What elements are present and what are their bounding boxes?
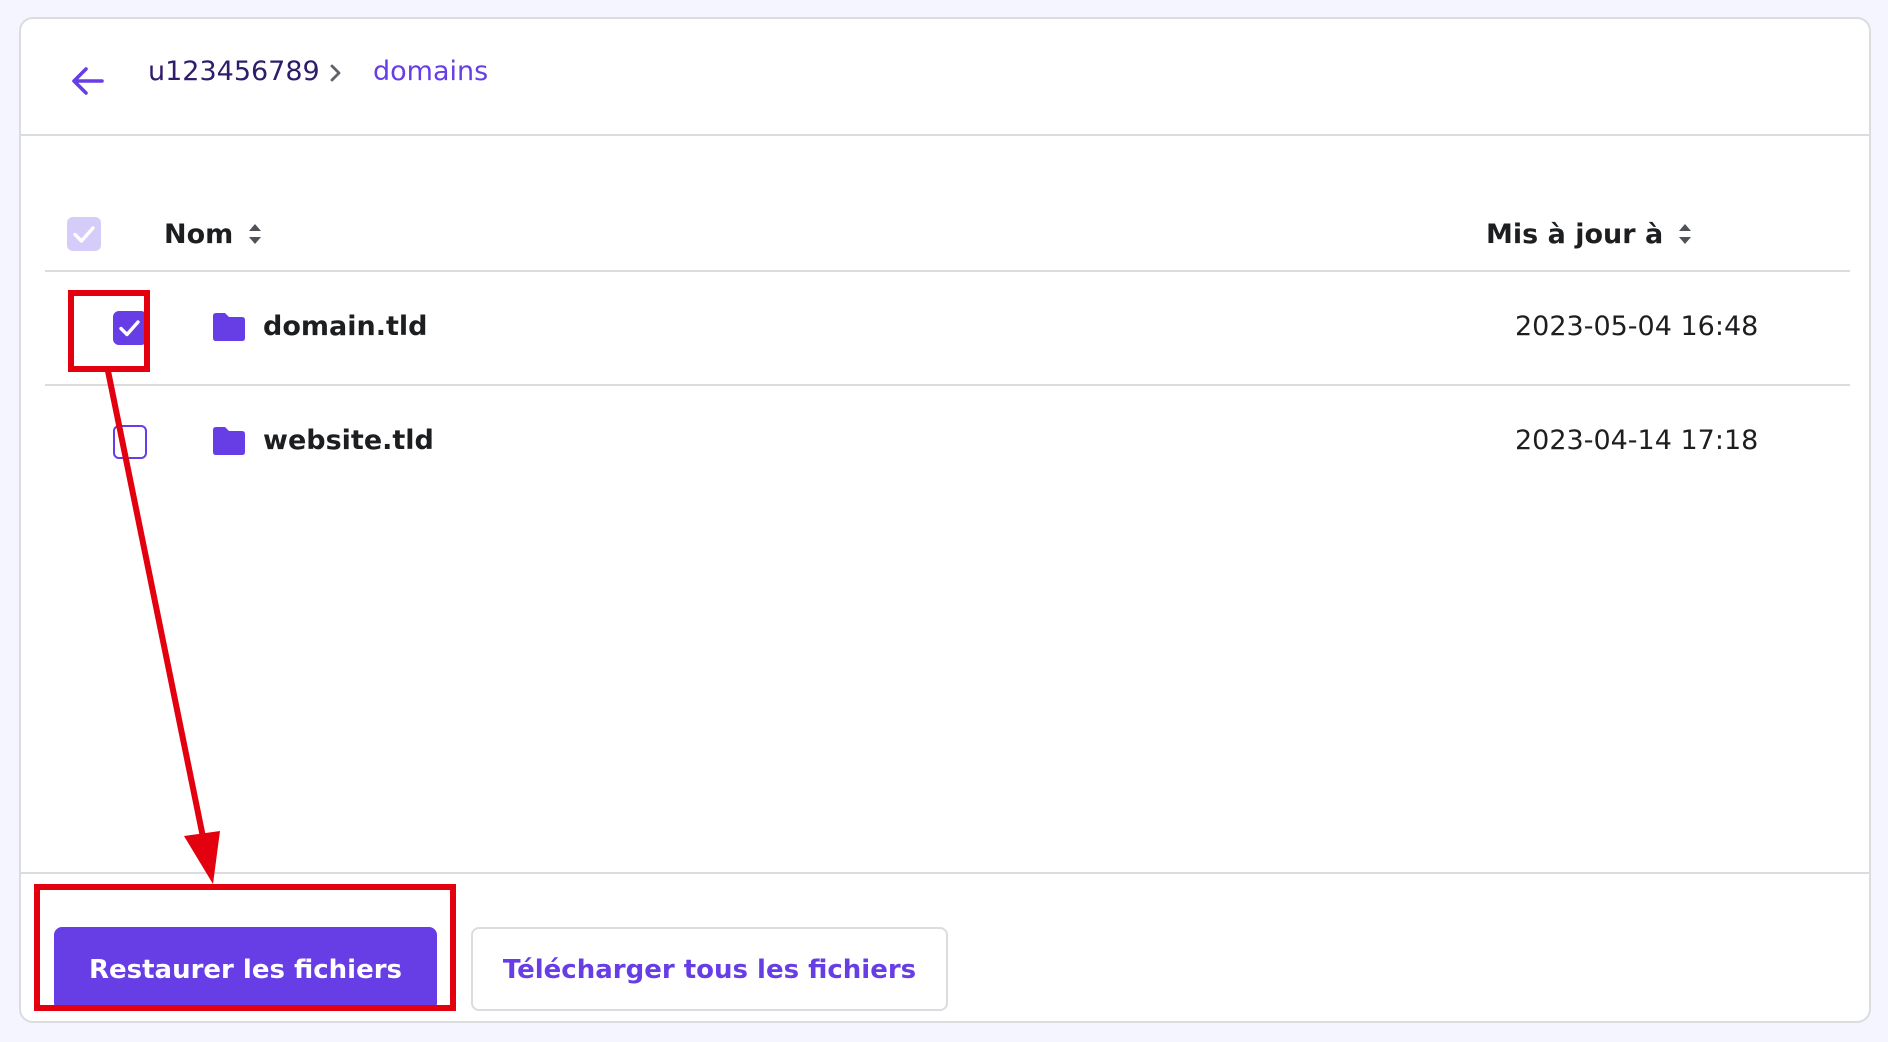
- arrow-left-icon: [72, 67, 104, 95]
- download-all-files-button[interactable]: Télécharger tous les fichiers: [471, 927, 948, 1011]
- sort-icon: [249, 223, 262, 244]
- file-name[interactable]: website.tld: [263, 423, 434, 459]
- row-checkbox-checked[interactable]: [113, 311, 147, 345]
- back-button[interactable]: [66, 59, 110, 103]
- restore-files-button[interactable]: Restaurer les fichiers: [54, 927, 437, 1011]
- file-browser-panel: u123456789 domains Nom Mis à jour à doma…: [19, 17, 1871, 1023]
- check-icon: [119, 320, 140, 337]
- chevron-right-icon: [330, 64, 341, 82]
- action-bar: Restaurer les fichiers Télécharger tous …: [21, 872, 1869, 1021]
- column-header-updated[interactable]: Mis à jour à: [1486, 217, 1693, 253]
- breadcrumb-root-link[interactable]: u123456789: [148, 54, 320, 90]
- column-header-updated-label: Mis à jour à: [1486, 219, 1664, 250]
- check-icon: [73, 226, 95, 243]
- breadcrumb-current: domains: [373, 56, 489, 87]
- sort-icon: [1679, 223, 1692, 244]
- table-row[interactable]: domain.tld 2023-05-04 16:48: [45, 272, 1850, 386]
- folder-icon: [213, 313, 245, 341]
- file-table: Nom Mis à jour à domain.tld 2023-05-04 1…: [45, 136, 1850, 500]
- table-header: Nom Mis à jour à: [45, 136, 1850, 272]
- file-updated-date: 2023-04-14 17:18: [1515, 425, 1759, 456]
- column-header-name[interactable]: Nom: [164, 217, 263, 253]
- column-header-name-label: Nom: [164, 219, 234, 250]
- file-name[interactable]: domain.tld: [263, 309, 427, 345]
- breadcrumb: u123456789 domains: [21, 19, 1869, 136]
- folder-icon: [213, 427, 245, 455]
- file-updated-date: 2023-05-04 16:48: [1515, 311, 1759, 342]
- row-checkbox[interactable]: [113, 425, 147, 459]
- table-row[interactable]: website.tld 2023-04-14 17:18: [45, 386, 1850, 500]
- select-all-checkbox[interactable]: [67, 217, 101, 251]
